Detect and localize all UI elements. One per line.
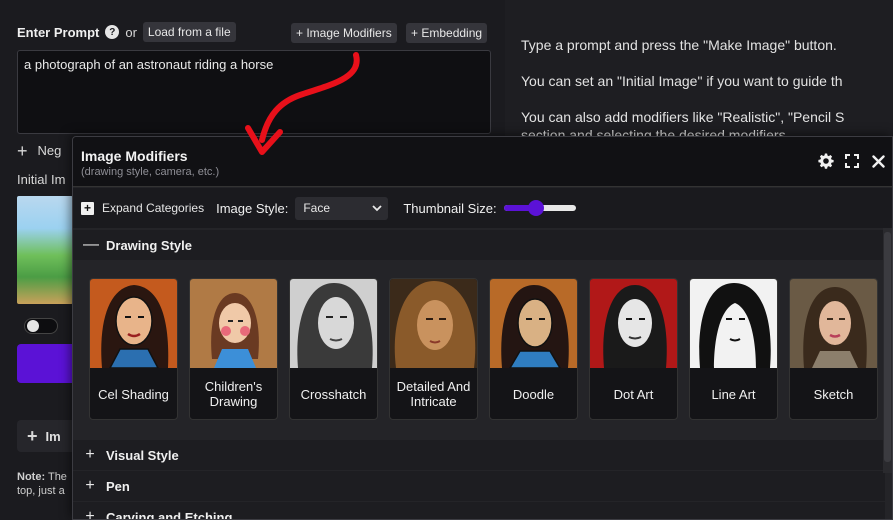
expand-icon: + [85,446,95,463]
category-label: Visual Style [106,447,179,463]
image-modifiers-button[interactable]: + Image Modifiers [291,23,397,43]
modifier-card-sketch[interactable]: Sketch [789,278,878,420]
category-carving-and-etching[interactable]: + Carving and Etching [73,502,885,520]
image-modifiers-section-label: Im [45,428,61,444]
note-bold: Note: [17,471,46,483]
line-art-thumbnail [690,279,777,368]
sketch-thumbnail [790,279,877,368]
scrollbar[interactable] [883,228,892,473]
prompt-header: Enter Prompt ? or Load from a file [17,22,236,42]
category-label: Carving and Etching [106,509,233,520]
help-icon[interactable]: ? [105,25,120,39]
doodle-thumbnail [490,279,577,369]
image-style-label: Image Style: [216,200,289,216]
image-modifiers-dialog: Image Modifiers (drawing style, camera, … [72,136,893,520]
modifier-card-detailed-and-intricate[interactable]: Detailed And Intricate [389,278,478,420]
childrens-drawing-thumbnail [190,279,277,368]
category-pen[interactable]: + Pen [73,471,885,501]
negative-prompt-toggle[interactable]: + Neg [17,140,62,161]
initial-image-label: Initial Im [17,172,66,187]
prompt-title: Enter Prompt [17,24,100,40]
category-label: Pen [106,478,130,494]
modifier-card-cel-shading[interactable]: Cel Shading [89,278,178,420]
note-line-1: The [47,471,67,483]
modifier-cards: Cel Shading Children's Drawing Crosshatc… [89,278,878,420]
fullscreen-icon[interactable] [844,153,860,169]
category-label: Drawing Style [106,237,192,253]
plus-icon: + [27,426,38,446]
or-text: or [125,24,137,40]
dialog-header: Image Modifiers (drawing style, camera, … [73,137,892,187]
note-line-2: top, just a [17,485,65,497]
card-label: Crosshatch [300,386,367,402]
modifier-card-line-art[interactable]: Line Art [689,278,778,420]
modifier-card-crosshatch[interactable]: Crosshatch [289,278,378,420]
expand-categories-label[interactable]: Expand Categories [102,201,204,215]
expand-icon: + [85,508,95,520]
card-label: Cel Shading [98,386,169,402]
card-label: Sketch [813,386,854,402]
card-label: Detailed And Intricate [396,379,471,409]
image-style-value: Face [303,201,331,215]
scrollbar-thumb[interactable] [884,232,891,462]
collapse-icon: — [83,236,99,253]
expand-categories-checkbox[interactable]: + [81,201,94,215]
category-visual-style[interactable]: + Visual Style [73,440,885,470]
plus-icon: + [17,140,28,161]
detailed-and-intricate-thumbnail [390,279,477,368]
card-label: Doodle [512,386,555,402]
close-icon[interactable] [870,153,886,169]
load-from-file-button[interactable]: Load from a file [142,22,236,42]
cel-shading-thumbnail [90,279,177,369]
modifier-card-dot-art[interactable]: Dot Art [589,278,678,420]
slider-knob[interactable] [527,200,544,216]
chevron-down-icon [372,201,382,215]
card-label: Line Art [711,386,756,402]
thumbnail-size-label: Thumbnail Size: [403,200,497,216]
embedding-button[interactable]: + Embedding [406,23,488,43]
negative-prompt-label: Neg [37,143,62,158]
prompt-input[interactable]: a photograph of an astronaut riding a ho… [17,50,491,134]
image-style-select[interactable]: Face [295,196,389,220]
expand-icon: + [85,477,95,494]
initial-image-thumbnail[interactable] [17,196,73,304]
modifier-card-doodle[interactable]: Doodle [489,278,578,420]
help-line-2: You can set an "Initial Image" if you wa… [521,73,843,89]
toggle-switch[interactable] [24,318,58,334]
category-drawing-style[interactable]: — Drawing Style [73,230,885,260]
card-label: Dot Art [613,386,654,402]
help-line-3: You can also add modifiers like "Realist… [521,109,845,125]
card-label: Children's Drawing [204,379,263,409]
help-line-1: Type a prompt and press the "Make Image"… [521,37,837,53]
dot-art-thumbnail [590,279,677,368]
thumbnail-size-slider[interactable] [503,200,576,216]
dialog-title: Image Modifiers [81,148,188,164]
modifier-card-childrens-drawing[interactable]: Children's Drawing [189,278,278,420]
gear-icon[interactable] [818,153,834,169]
dialog-subtitle: (drawing style, camera, etc.) [81,166,220,178]
dialog-toolbar: + Expand Categories Image Style: Face Th… [73,188,892,228]
crosshatch-thumbnail [290,279,377,368]
